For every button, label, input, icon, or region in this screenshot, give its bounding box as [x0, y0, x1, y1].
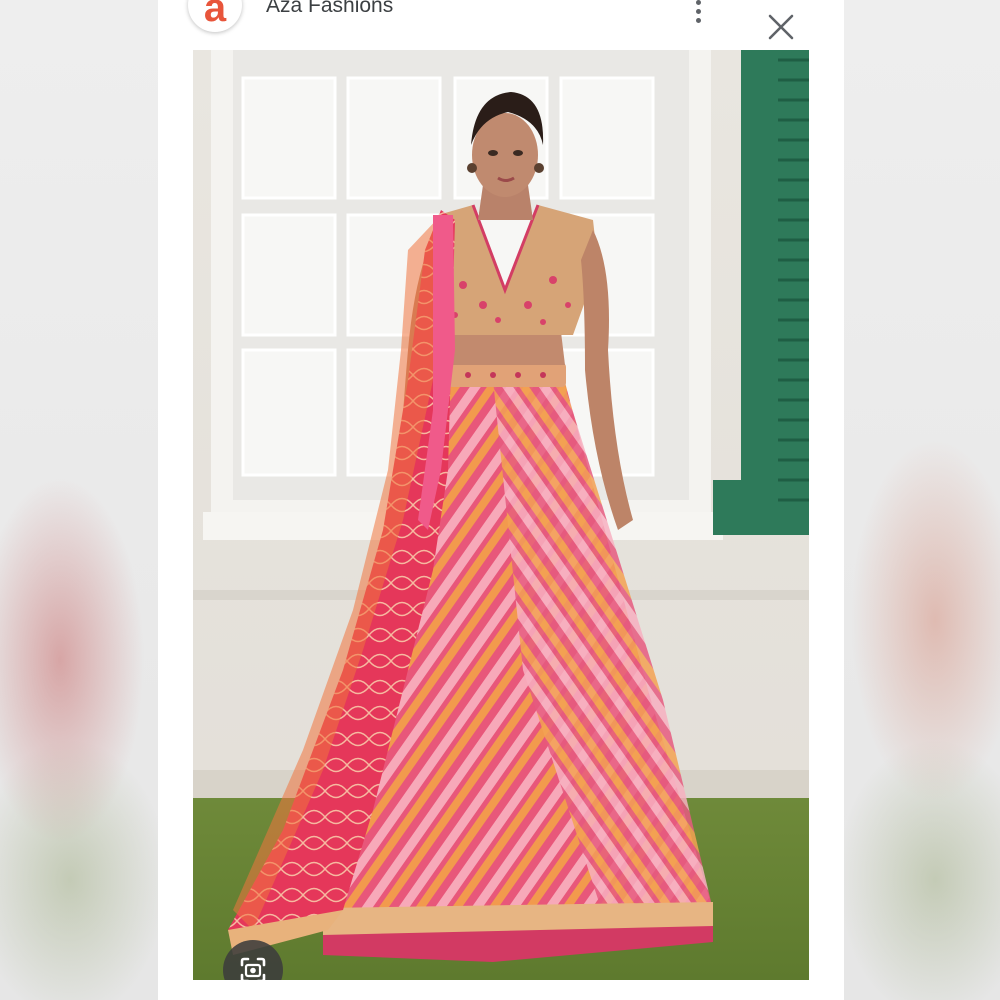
more-vert-icon-dot — [695, 18, 701, 23]
brand-logo-letter: a — [203, 0, 227, 30]
brand-name[interactable]: Aza Fashions — [266, 0, 393, 18]
photo-illustration — [193, 50, 809, 980]
brand-logo[interactable]: a — [188, 0, 242, 32]
close-icon — [768, 14, 794, 40]
lens-camera-icon — [240, 957, 266, 980]
close-button[interactable] — [766, 12, 796, 42]
product-photo[interactable] — [193, 50, 809, 980]
image-viewer-card: a Aza Fashions — [158, 0, 844, 1000]
more-options-button[interactable] — [686, 0, 710, 24]
more-vert-icon — [695, 0, 701, 5]
viewer-header: a Aza Fashions — [158, 0, 844, 50]
more-vert-icon-dot — [695, 9, 701, 14]
